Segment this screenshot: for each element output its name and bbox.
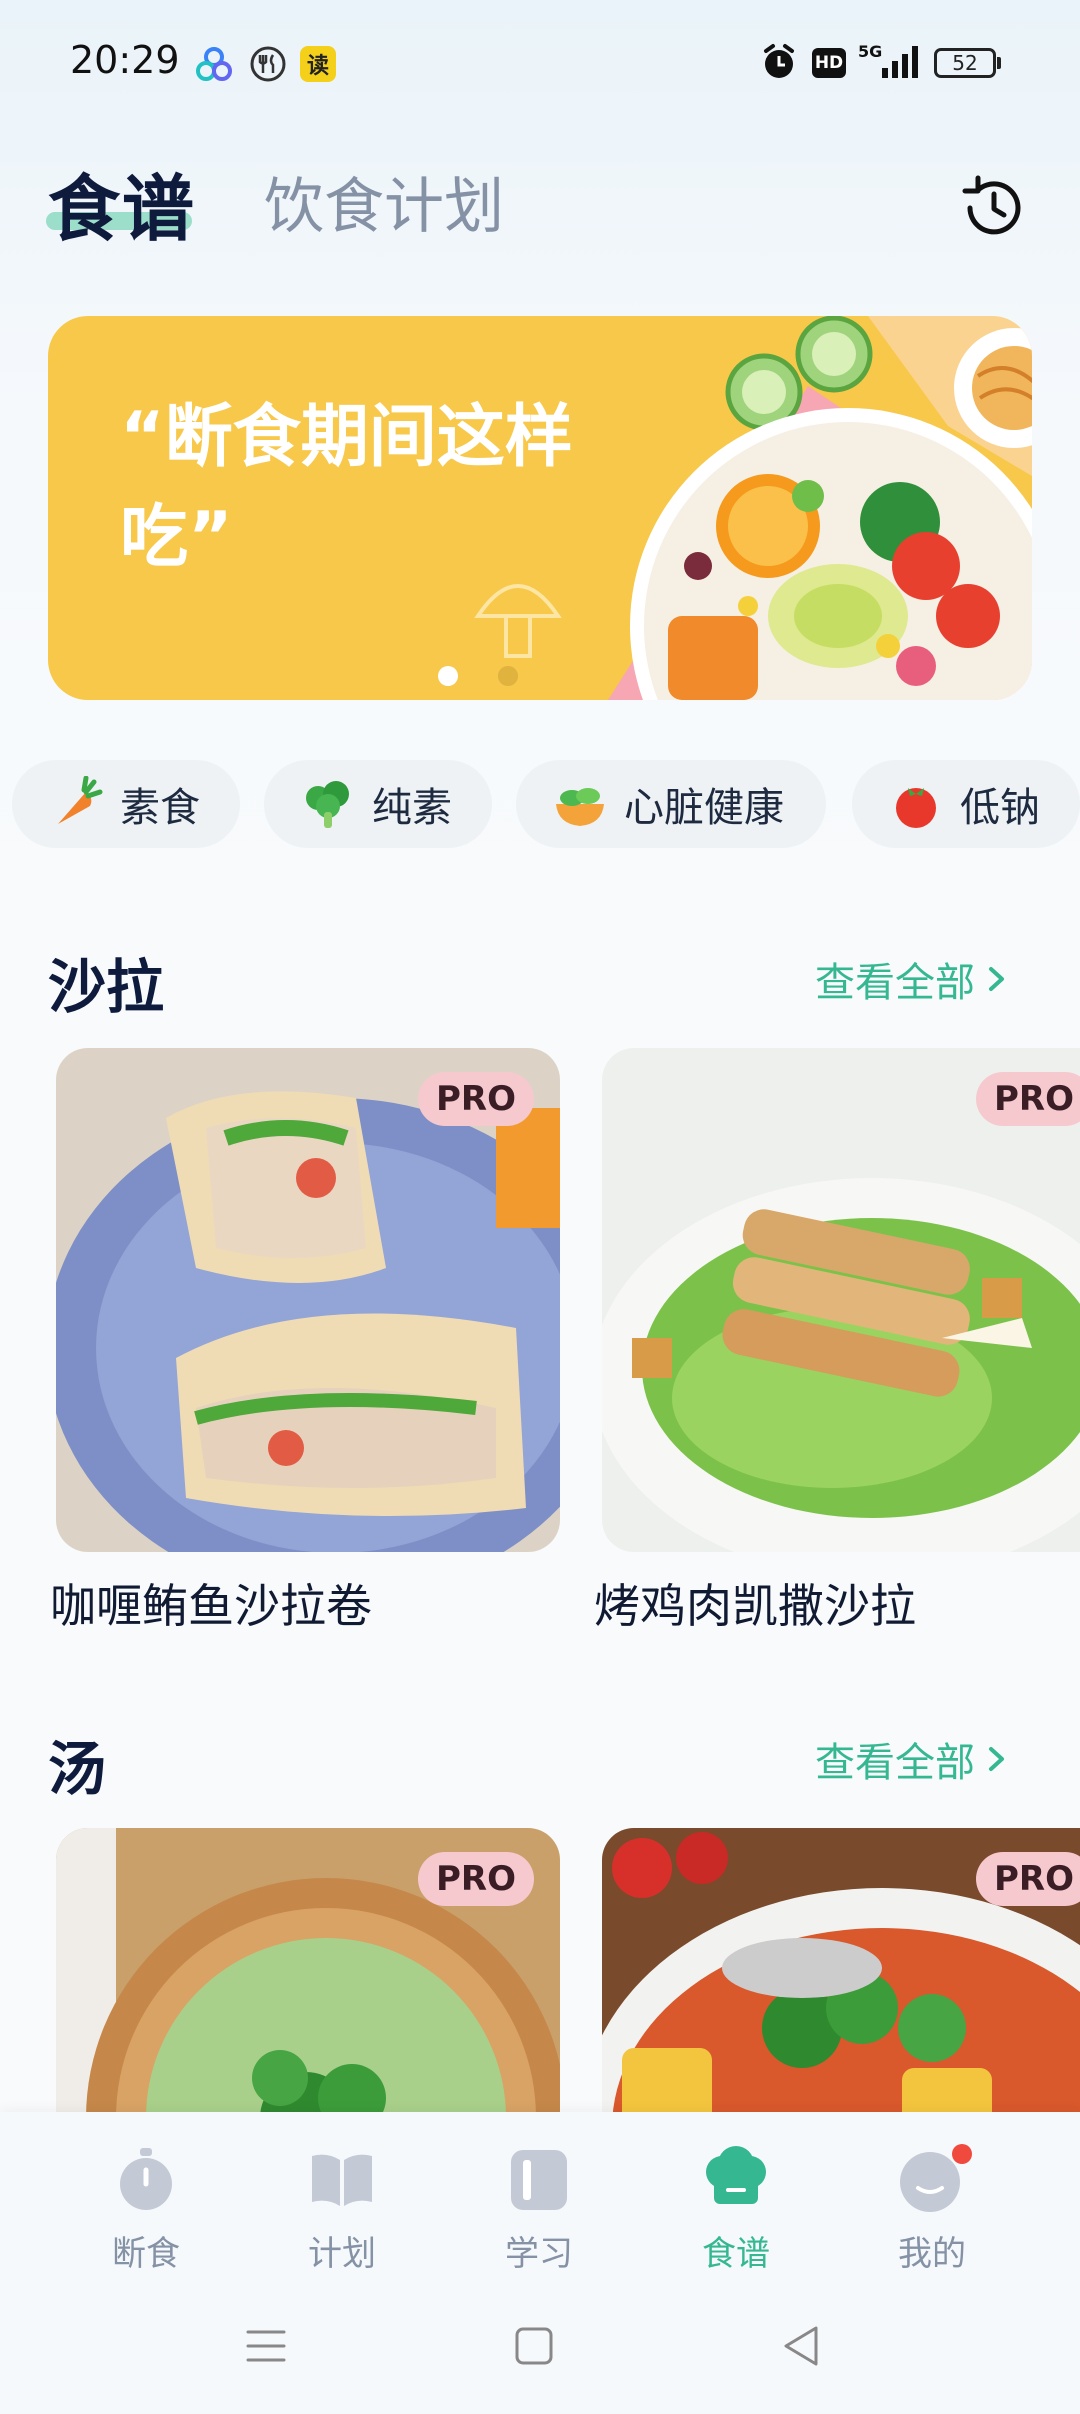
nav-label: 学习 bbox=[505, 2234, 573, 2274]
chip-label: 素食 bbox=[120, 785, 200, 831]
pro-badge: PRO bbox=[976, 1852, 1080, 1906]
promo-banner[interactable]: “断食期间这样吃” bbox=[48, 316, 1032, 700]
see-all-salad-link[interactable]: 查看全部 bbox=[815, 950, 1009, 1008]
broccoli-icon bbox=[306, 781, 349, 828]
chef-hat-icon bbox=[706, 2146, 766, 2204]
banner-title: “断食期间这样吃” bbox=[120, 398, 573, 577]
app-cluster-icon bbox=[196, 47, 232, 81]
tab-recipes[interactable]: 食谱 bbox=[48, 150, 196, 255]
reader-app-badge-text: 读 bbox=[306, 54, 329, 79]
banner-dot-active bbox=[438, 666, 458, 686]
chip-vegetarian[interactable]: 素食 bbox=[12, 760, 240, 848]
back-triangle-icon[interactable] bbox=[772, 2316, 832, 2376]
pro-badge: PRO bbox=[418, 1072, 534, 1126]
section-title-salad: 沙拉 bbox=[48, 953, 165, 1021]
book-icon bbox=[312, 2154, 372, 2206]
fork-knife-icon bbox=[250, 46, 286, 82]
hd-badge: HD bbox=[812, 48, 846, 78]
battery-tip bbox=[997, 57, 1001, 69]
reader-app-icon: 读 bbox=[300, 46, 336, 82]
tomato-icon bbox=[896, 788, 936, 828]
nav-item-plan[interactable]: 计划 bbox=[262, 2132, 422, 2282]
nav-item-recipes[interactable]: 食谱 bbox=[656, 2132, 816, 2282]
see-all-soup-link[interactable]: 查看全部 bbox=[815, 1730, 1009, 1788]
status-bar: 20:29 读 HD 5G 52 bbox=[0, 0, 1080, 130]
recipe-title[interactable]: 咖喱鲔鱼沙拉卷 bbox=[50, 1570, 372, 1636]
chevron-right-icon bbox=[989, 967, 1004, 991]
hd-text: HD bbox=[814, 53, 844, 73]
see-all-label: 查看全部 bbox=[815, 1740, 975, 1786]
chip-label: 纯素 bbox=[372, 785, 452, 831]
pro-badge: PRO bbox=[418, 1852, 534, 1906]
battery-level: 52 bbox=[952, 51, 978, 75]
battery-icon: 52 bbox=[934, 48, 996, 78]
section-title-soup: 汤 bbox=[48, 1735, 107, 1803]
notification-dot bbox=[952, 2144, 972, 2164]
recipe-title[interactable]: 烤鸡肉凯撒沙拉 bbox=[594, 1570, 916, 1636]
home-square-icon[interactable] bbox=[504, 2316, 564, 2376]
see-all-label: 查看全部 bbox=[815, 960, 975, 1006]
alarm-icon bbox=[764, 44, 794, 78]
carrot-icon bbox=[58, 776, 103, 824]
network-type: 5G bbox=[858, 42, 883, 61]
learn-icon bbox=[511, 2150, 567, 2210]
nav-item-learn[interactable]: 学习 bbox=[459, 2132, 619, 2282]
history-icon[interactable] bbox=[958, 172, 1030, 244]
nav-label: 计划 bbox=[308, 2234, 376, 2274]
recipes-screen: 20:29 读 HD 5G 52 食谱 饮食计划 “断食期间这样吃” 素食 纯素… bbox=[0, 0, 1080, 2414]
chevron-right-icon bbox=[989, 1747, 1004, 1771]
stopwatch-icon bbox=[120, 2148, 172, 2210]
menu-icon[interactable] bbox=[236, 2316, 296, 2376]
chip-label: 低钠 bbox=[960, 785, 1040, 831]
chip-label: 心脏健康 bbox=[624, 785, 784, 831]
chip-low-sodium[interactable]: 低钠 bbox=[852, 760, 1080, 848]
banner-dot bbox=[498, 666, 518, 686]
nav-label: 食谱 bbox=[702, 2234, 770, 2274]
nav-label: 断食 bbox=[112, 2234, 180, 2274]
chip-vegan[interactable]: 纯素 bbox=[264, 760, 492, 848]
nav-item-profile[interactable]: 我的 bbox=[852, 2132, 1012, 2282]
tab-diet-plan[interactable]: 饮食计划 bbox=[264, 158, 504, 245]
bottom-navigation: 断食 计划 学习 食谱 我的 bbox=[0, 2112, 1080, 2414]
status-time: 20:29 bbox=[70, 38, 180, 82]
chip-heart-healthy[interactable]: 心脏健康 bbox=[516, 760, 826, 848]
pro-badge: PRO bbox=[976, 1072, 1080, 1126]
salad-bowl-icon bbox=[556, 788, 604, 826]
category-chips: 素食 纯素 心脏健康 低钠 bbox=[12, 760, 1080, 850]
nav-item-fasting[interactable]: 断食 bbox=[66, 2132, 226, 2282]
nav-label: 我的 bbox=[898, 2234, 966, 2274]
recipe-card-caesar-salad[interactable]: PRO bbox=[602, 1048, 1080, 1552]
signal-icon bbox=[882, 46, 918, 78]
recipe-card-tuna-wrap[interactable]: PRO bbox=[56, 1048, 560, 1552]
